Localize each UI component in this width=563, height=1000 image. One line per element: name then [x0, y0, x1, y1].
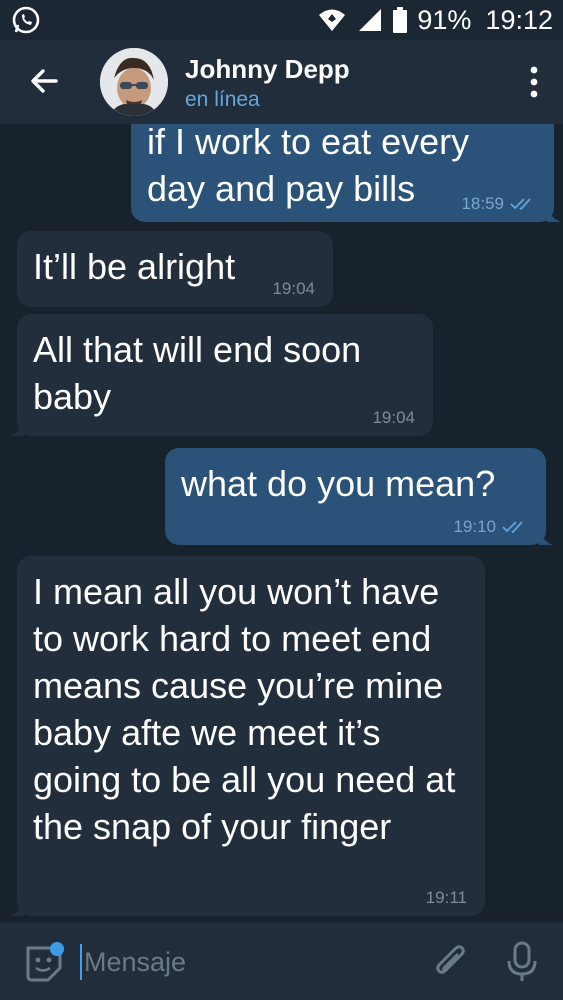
chat-header: Johnny Depp en línea: [0, 40, 563, 124]
message-meta: 19:10: [453, 517, 528, 537]
double-check-icon: [502, 521, 523, 534]
bubble-tail: [10, 422, 24, 436]
wifi-icon: [319, 9, 346, 31]
message-time: 19:11: [425, 888, 467, 907]
message-time: 19:10: [453, 517, 496, 536]
microphone-icon[interactable]: [504, 940, 540, 984]
message-list[interactable]: if I work to eat every day and pay bills…: [0, 124, 563, 922]
whatsapp-icon: [12, 6, 40, 34]
contact-status: en línea: [185, 88, 260, 111]
message-meta: 19:04: [372, 408, 415, 428]
message-meta: 19:11: [426, 888, 467, 908]
bubble-tail: [10, 902, 24, 916]
status-time: 19:12: [485, 4, 553, 35]
message-text: if I work to eat every day and pay bills: [147, 124, 470, 209]
message-outgoing[interactable]: what do you mean? 19:10: [165, 448, 553, 545]
message-text: what do you mean?: [181, 463, 496, 504]
avatar-image: [100, 48, 168, 116]
double-check-icon: [510, 198, 531, 211]
notification-dot: [50, 942, 64, 956]
back-arrow-icon[interactable]: [26, 62, 64, 100]
contact-name[interactable]: Johnny Depp: [185, 54, 350, 85]
bubble-tail: [539, 531, 553, 545]
more-vert-icon[interactable]: [527, 64, 541, 100]
status-bar: 91% 19:12: [0, 0, 563, 40]
battery-percent: 91%: [417, 4, 472, 35]
text-cursor: [80, 944, 82, 980]
contact-avatar[interactable]: [100, 48, 168, 116]
message-outgoing[interactable]: if I work to eat every day and pay bills…: [131, 124, 561, 222]
message-meta: 18:59: [461, 194, 536, 214]
message-incoming[interactable]: It’ll be alright 19:04: [17, 231, 333, 307]
bubble-tail: [547, 208, 561, 222]
attach-paperclip-icon[interactable]: [430, 942, 470, 982]
signal-icon: [359, 9, 382, 31]
message-input-bar: [0, 922, 563, 1000]
message-time: 19:04: [372, 408, 415, 427]
battery-icon: [393, 7, 408, 33]
message-incoming[interactable]: All that will end soon baby 19:04: [10, 314, 433, 436]
message-time: 18:59: [461, 194, 504, 213]
message-meta: 19:04: [272, 279, 315, 299]
message-incoming[interactable]: I mean all you won’t have to work hard t…: [10, 556, 485, 916]
message-time: 19:04: [272, 279, 315, 298]
message-text: I mean all you won’t have to work hard t…: [33, 571, 456, 847]
message-text: All that will end soon baby: [33, 329, 362, 417]
message-input[interactable]: [84, 942, 404, 982]
